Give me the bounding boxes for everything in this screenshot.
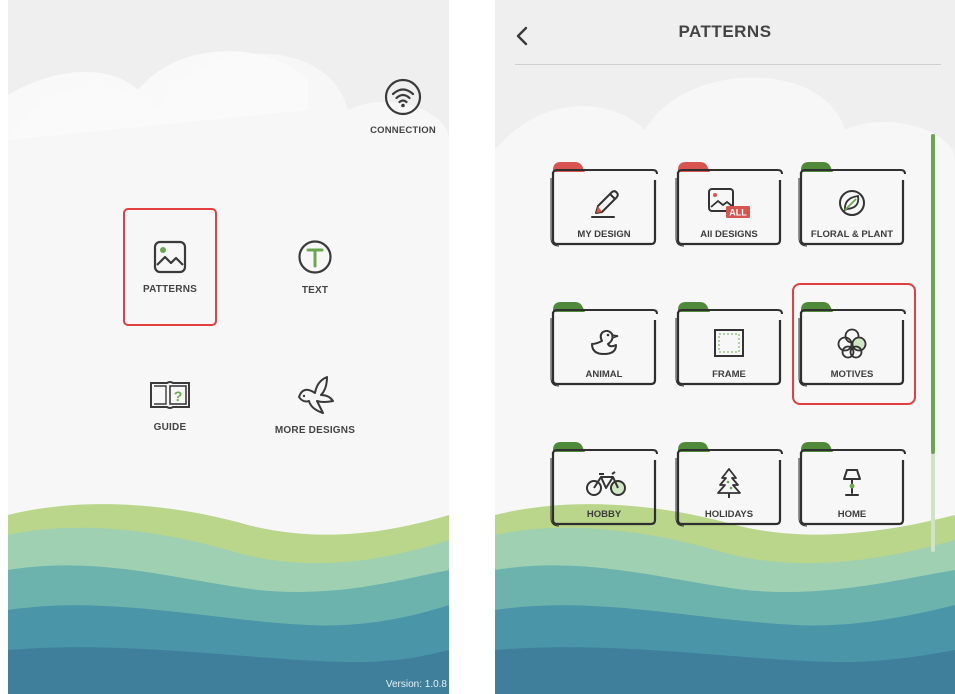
image-icon xyxy=(153,240,187,273)
selected-highlight xyxy=(792,283,916,405)
header-divider xyxy=(515,64,941,65)
book-question-icon: ? xyxy=(150,380,190,409)
folder-frame[interactable]: FRAME xyxy=(674,298,784,388)
folder-label: FLORAL & PLANT xyxy=(810,229,894,240)
folder-all-designs[interactable]: ALL All DESIGNS xyxy=(674,158,784,248)
patterns-label: PATTERNS xyxy=(142,283,197,295)
wifi-icon xyxy=(384,78,422,115)
folder-holidays[interactable]: HOLIDAYS xyxy=(674,438,784,528)
bird-icon xyxy=(298,375,334,414)
text-t-icon xyxy=(298,239,332,274)
guide-button[interactable]: ? GUIDE xyxy=(123,350,217,460)
home-screen: CONNECTION PATTERNS TEXT ? GUIDE MORE DE… xyxy=(8,0,449,694)
folder-label: MY DESIGN xyxy=(577,229,631,240)
top-bar: PATTERNS xyxy=(495,0,955,66)
folder-label: All DESIGNS xyxy=(700,229,758,240)
lamp-icon xyxy=(832,466,872,500)
folder-label: HOBBY xyxy=(586,509,622,520)
more-designs-button[interactable]: MORE DESIGNS xyxy=(260,350,370,460)
folder-floral-and-plant[interactable]: FLORAL & PLANT xyxy=(797,158,907,248)
bicycle-icon xyxy=(584,466,626,500)
folder-label: HOLIDAYS xyxy=(704,509,754,520)
more-designs-label: MORE DESIGNS xyxy=(274,424,356,436)
folder-my-design[interactable]: MY DESIGN xyxy=(549,158,659,248)
text-button[interactable]: TEXT xyxy=(260,208,370,326)
patterns-screen: PATTERNS MY DESIGN ALL All DESIGNS FLORA… xyxy=(495,0,955,694)
text-label: TEXT xyxy=(301,284,329,296)
svg-text:?: ? xyxy=(174,388,183,404)
folder-label: ANIMAL xyxy=(585,369,623,380)
connection-button[interactable]: CONNECTION xyxy=(358,66,448,146)
folder-animal[interactable]: ANIMAL xyxy=(549,298,659,388)
leaf-icon xyxy=(832,186,872,220)
pencil-icon xyxy=(584,186,624,220)
folder-label: HOME xyxy=(837,509,867,520)
patterns-button[interactable]: PATTERNS xyxy=(123,208,217,326)
image-all-icon: ALL xyxy=(706,186,750,220)
scrollbar-thumb[interactable] xyxy=(931,134,935,454)
connection-label: CONNECTION xyxy=(370,124,436,136)
guide-label: GUIDE xyxy=(153,421,187,433)
duck-icon xyxy=(584,326,624,360)
tree-icon xyxy=(709,466,749,500)
frame-icon xyxy=(709,326,749,360)
version-text: Version: 1.0.8 xyxy=(385,679,447,690)
folder-hobby[interactable]: HOBBY xyxy=(549,438,659,528)
all-badge: ALL xyxy=(729,208,747,218)
folder-label: FRAME xyxy=(712,369,746,380)
folder-home[interactable]: HOME xyxy=(797,438,907,528)
page-title: PATTERNS xyxy=(678,22,772,41)
